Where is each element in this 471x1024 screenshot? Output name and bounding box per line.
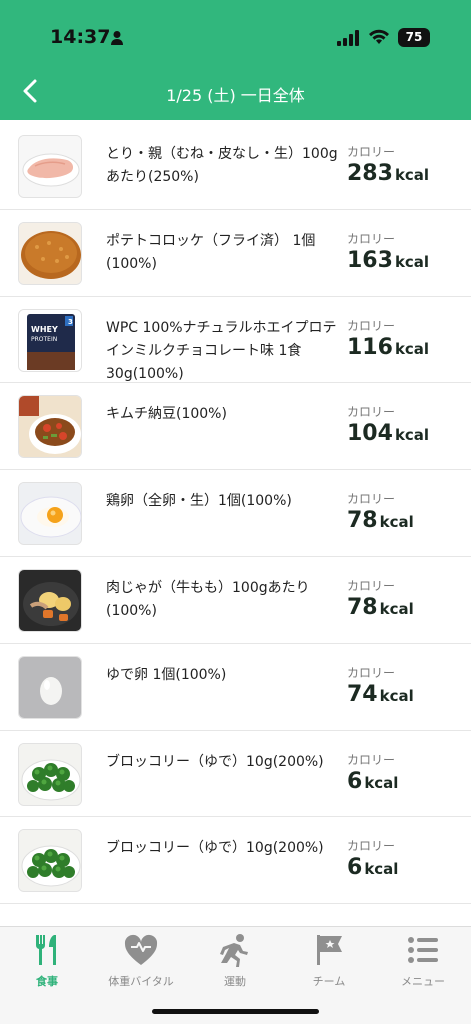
tab-meals[interactable]: 食事: [0, 933, 94, 989]
calorie-unit: kcal: [379, 599, 414, 618]
protein-bag-text: WHEY: [31, 325, 58, 334]
calorie-number: 6: [347, 855, 363, 881]
tab-label: 運動: [224, 975, 246, 988]
calorie-number: 104: [347, 421, 393, 447]
chicken-breast-thumbnail: [18, 135, 82, 198]
broccoli-thumbnail: [18, 829, 82, 893]
battery-indicator: 75: [398, 28, 430, 47]
food-row[interactable]: とり・親（むね・皮なし・生）100gあたり(250%) カロリー 283 kcal: [0, 123, 471, 210]
calorie-unit: kcal: [394, 339, 430, 358]
calorie-unit: kcal: [394, 426, 430, 445]
tab-label: 体重バイタル: [108, 975, 174, 988]
tab-label: メニュー: [401, 975, 445, 988]
food-row[interactable]: 肉じゃが（牛もも）100gあたり(100%) カロリー 78 kcal: [0, 557, 471, 644]
food-row[interactable]: ポテトコロッケ（フライ済） 1個(100%) カロリー 163 kcal: [0, 210, 471, 297]
calorie-label: カロリー: [347, 231, 396, 246]
svg-text:3: 3: [68, 318, 73, 326]
food-name: ポテトコロッケ（フライ済） 1個(100%): [106, 232, 316, 272]
food-name: WPC 100%ナチュラルホエイプロテインミルクチョコレート味 1食30g(10…: [106, 319, 337, 382]
calorie-unit: kcal: [364, 773, 399, 792]
calorie-number: 78: [347, 508, 378, 534]
tab-team[interactable]: チーム: [282, 933, 376, 989]
home-indicator: [152, 1009, 319, 1014]
page-title: 1/25 (土) 一日全体: [166, 86, 305, 105]
food-name: 肉じゃが（牛もも）100gあたり(100%): [106, 579, 310, 619]
status-time: 14:37: [50, 26, 111, 48]
boiled-egg-thumbnail: [18, 655, 82, 719]
calorie-value: 283 kcal: [347, 161, 429, 186]
food-row[interactable]: キムチ納豆(100%) カロリー 104 kcal: [0, 383, 471, 471]
header: 14:37 75 1/25 (土) 一日全体: [0, 0, 471, 120]
fork-knife-icon: [35, 935, 56, 965]
calorie-unit: kcal: [379, 513, 414, 532]
calorie-unit: kcal: [364, 860, 399, 879]
menu-icon: [408, 937, 438, 963]
calorie-label: カロリー: [347, 752, 396, 767]
calorie-value: 6 kcal: [347, 855, 398, 880]
calorie-number: 74: [347, 681, 378, 707]
food-name: キムチ納豆(100%): [106, 406, 227, 423]
food-name: 鶏卵（全卵・生）1個(100%): [106, 493, 292, 510]
calorie-value: 163 kcal: [347, 248, 429, 273]
calorie-unit: kcal: [394, 166, 430, 184]
tab-menu[interactable]: メニュー: [376, 933, 470, 989]
runner-icon: [220, 934, 248, 967]
calorie-unit: kcal: [379, 686, 414, 705]
signal-icon: [337, 30, 359, 46]
calorie-value: 78 kcal: [347, 595, 414, 620]
food-row[interactable]: ブロッコリー（ゆで）10g(200%) カロリー 6 kcal: [0, 817, 471, 905]
person-icon: [111, 31, 123, 45]
calorie-number: 78: [347, 594, 378, 620]
food-name: ゆで卵 1個(100%): [106, 666, 227, 683]
calorie-value: 78 kcal: [347, 508, 414, 533]
tab-label: 食事: [36, 975, 58, 988]
calorie-value: 116 kcal: [347, 335, 429, 360]
calorie-value: 6 kcal: [347, 769, 398, 794]
svg-text:PROTEIN: PROTEIN: [31, 336, 57, 343]
calorie-unit: kcal: [394, 252, 430, 271]
raw-egg-thumbnail: [18, 482, 82, 546]
calorie-label: カロリー: [347, 405, 396, 420]
food-row[interactable]: 鶏卵（全卵・生）1個(100%) カロリー 78 kcal: [0, 470, 471, 557]
calorie-number: 283: [347, 161, 393, 186]
protein-bag-thumbnail: 3 WHEY PROTEIN: [18, 308, 82, 372]
status-bar: 14:37 75: [0, 0, 471, 74]
calorie-label: カロリー: [347, 492, 396, 507]
calorie-value: 104 kcal: [347, 421, 429, 446]
calorie-value: 74 kcal: [347, 682, 414, 707]
calorie-label: カロリー: [347, 145, 396, 159]
calorie-label: カロリー: [347, 839, 396, 854]
nikujaga-thumbnail: [18, 568, 82, 632]
food-row[interactable]: ブロッコリー（ゆで）10g(200%) カロリー 6 kcal: [0, 731, 471, 818]
food-name: とり・親（むね・皮なし・生）100gあたり(250%): [106, 146, 338, 185]
food-list: とり・親（むね・皮なし・生）100gあたり(250%) カロリー 283 kcal…: [0, 123, 471, 905]
flag-icon: [317, 935, 342, 965]
tab-label: チーム: [312, 975, 346, 988]
food-row[interactable]: ゆで卵 1個(100%) カロリー 74 kcal: [0, 644, 471, 731]
calorie-number: 6: [347, 768, 363, 794]
wifi-icon: [369, 29, 389, 44]
calorie-label: カロリー: [347, 665, 396, 680]
calorie-number: 116: [347, 334, 393, 360]
calorie-number: 163: [347, 247, 393, 273]
food-row[interactable]: 3 WHEY PROTEIN WPC 100%ナチュラルホエイプロテインミルクチョコ…: [0, 297, 471, 384]
tab-weight-vitals[interactable]: 体重バイタル: [94, 933, 188, 989]
calorie-label: カロリー: [347, 318, 396, 333]
food-name: ブロッコリー（ゆで）10g(200%): [106, 840, 324, 857]
tab-exercise[interactable]: 運動: [188, 933, 282, 989]
broccoli-thumbnail: [18, 742, 82, 806]
kimchi-natto-thumbnail: [18, 395, 82, 459]
food-name: ブロッコリー（ゆで）10g(200%): [106, 753, 324, 770]
croquette-thumbnail: [18, 221, 82, 285]
heart-pulse-icon: [124, 934, 158, 965]
calorie-label: カロリー: [347, 578, 396, 593]
